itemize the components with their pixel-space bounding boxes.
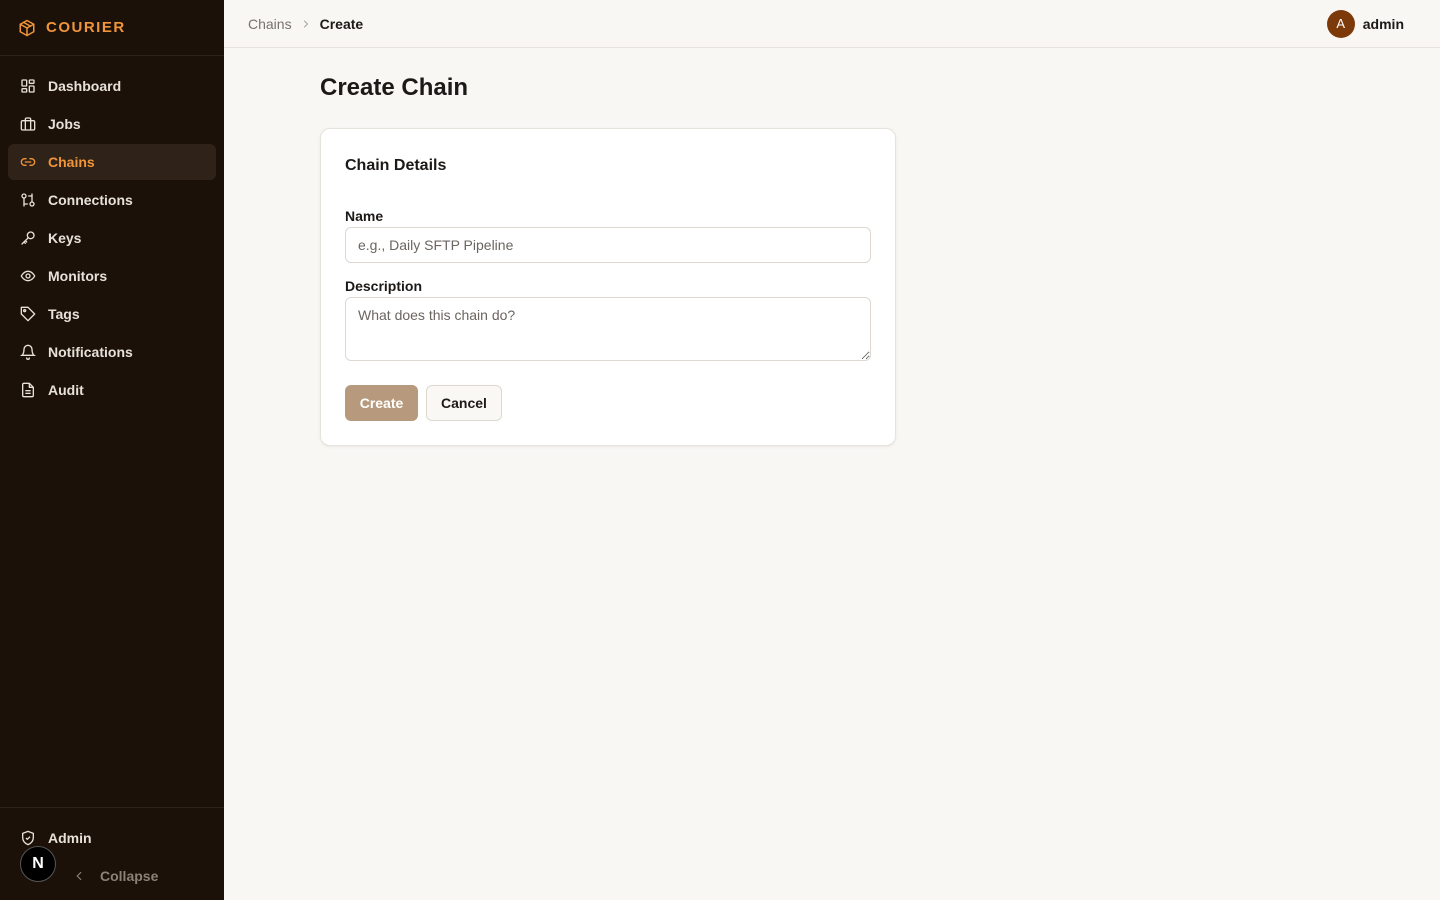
sidebar-item-label: Admin: [48, 830, 92, 846]
eye-icon: [20, 268, 36, 284]
user-name: admin: [1362, 15, 1404, 32]
sidebar-item-dashboard[interactable]: Dashboard: [8, 68, 216, 104]
sidebar-item-label: Audit: [48, 382, 84, 398]
sidebar-item-label: Keys: [48, 230, 82, 246]
sidebar-footer: Admin Collapse N: [0, 807, 224, 900]
topbar: Chains Create A admin: [224, 0, 1440, 48]
dev-badge[interactable]: N: [20, 846, 56, 882]
bell-icon: [20, 344, 36, 360]
name-input[interactable]: [345, 227, 871, 263]
create-button[interactable]: Create: [345, 385, 418, 421]
sidebar-item-label: Tags: [48, 306, 80, 322]
cancel-button[interactable]: Cancel: [426, 385, 502, 421]
sidebar-item-chains[interactable]: Chains: [8, 144, 216, 180]
user-menu[interactable]: A admin: [1326, 9, 1404, 38]
file-text-icon: [20, 382, 36, 398]
key-icon: [20, 230, 36, 246]
connections-icon: [20, 192, 36, 208]
name-label: Name: [345, 208, 384, 224]
chain-details-card: Chain Details Name Description Create Ca…: [320, 128, 896, 446]
brand[interactable]: COURIER: [0, 0, 224, 56]
sidebar-item-connections[interactable]: Connections: [8, 182, 216, 218]
sidebar-item-monitors[interactable]: Monitors: [8, 258, 216, 294]
form-actions: Create Cancel: [345, 385, 502, 421]
page-title: Create Chain: [320, 74, 469, 101]
sidebar: COURIER Dashboard Jobs Chains Connection…: [0, 0, 224, 900]
sidebar-item-label: Dashboard: [48, 78, 122, 94]
chevron-right-icon: [300, 18, 312, 30]
section-title: Chain Details: [345, 157, 447, 174]
sidebar-item-jobs[interactable]: Jobs: [8, 106, 216, 142]
sidebar-item-label: Notifications: [48, 344, 133, 360]
sidebar-item-keys[interactable]: Keys: [8, 220, 216, 256]
sidebar-nav: Dashboard Jobs Chains Connections Keys M…: [0, 56, 224, 410]
shield-icon: [20, 830, 36, 846]
tag-icon: [20, 306, 36, 322]
avatar: A: [1326, 9, 1355, 38]
sidebar-item-label: Connections: [48, 192, 133, 208]
description-label: Description: [345, 278, 423, 294]
description-input[interactable]: [345, 297, 871, 361]
sidebar-item-label: Chains: [48, 154, 95, 170]
sidebar-item-label: Monitors: [48, 268, 108, 284]
package-icon: [18, 19, 36, 37]
sidebar-item-tags[interactable]: Tags: [8, 296, 216, 332]
breadcrumb-current: Create: [319, 15, 364, 32]
chevron-left-icon: [72, 869, 86, 883]
sidebar-item-label: Jobs: [48, 116, 81, 132]
collapse-label: Collapse: [100, 868, 159, 884]
sidebar-item-audit[interactable]: Audit: [8, 372, 216, 408]
link-icon: [20, 154, 36, 170]
sidebar-item-notifications[interactable]: Notifications: [8, 334, 216, 370]
breadcrumb-chains[interactable]: Chains: [248, 16, 292, 32]
brand-name: COURIER: [46, 19, 126, 36]
dashboard-icon: [20, 78, 36, 94]
briefcase-icon: [20, 116, 36, 132]
